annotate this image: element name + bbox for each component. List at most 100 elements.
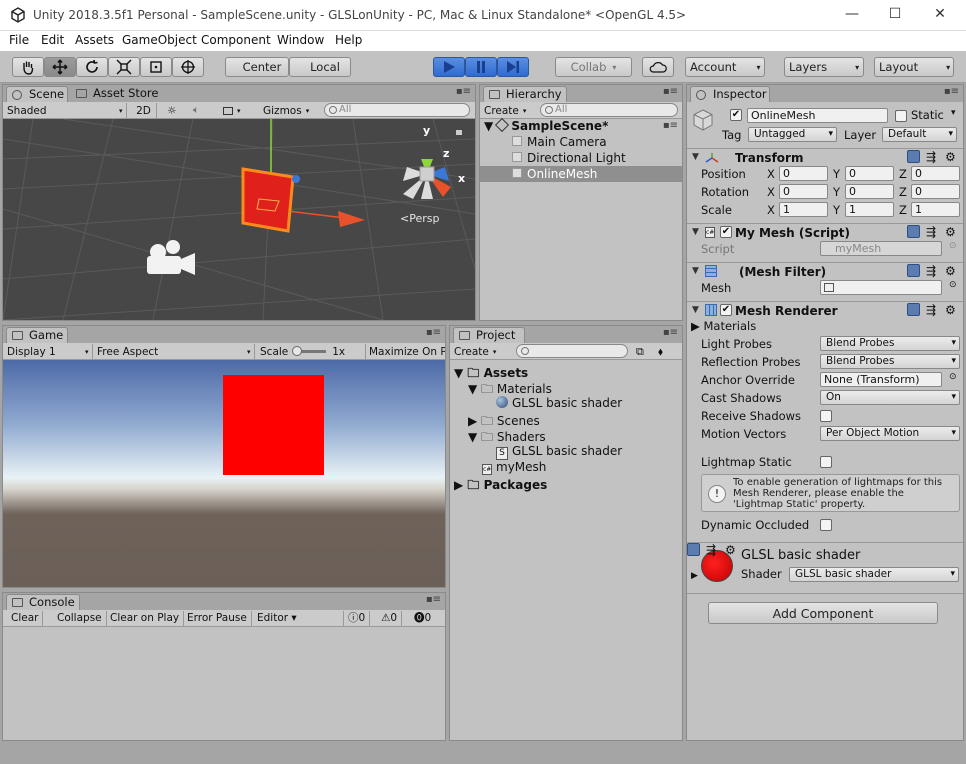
menu-help[interactable]: Help xyxy=(335,33,362,47)
game-viewport[interactable] xyxy=(3,360,445,587)
pause-button[interactable] xyxy=(465,57,497,77)
object-picker-icon[interactable]: ⊙ xyxy=(949,241,957,251)
rotate-tool-button[interactable] xyxy=(76,57,108,77)
gear-icon[interactable]: ⚙ xyxy=(945,264,958,278)
menu-gameobject[interactable]: GameObject xyxy=(122,33,197,47)
lock-icon[interactable] xyxy=(456,130,462,135)
game-panel-menu-icon[interactable]: ▪≡ xyxy=(426,327,441,338)
material-foldout-icon[interactable]: ▶ xyxy=(691,571,698,581)
gear-icon[interactable]: ⚙ xyxy=(725,543,738,557)
scene-viewport[interactable]: y z x <Persp xyxy=(3,119,475,320)
menu-component[interactable]: Component xyxy=(201,33,271,47)
layout-dropdown[interactable]: Layout ▾ xyxy=(874,57,954,77)
layers-dropdown[interactable]: Layers ▾ xyxy=(784,57,864,77)
help-book-icon[interactable] xyxy=(907,225,920,238)
static-dropdown-icon[interactable]: ▾ xyxy=(951,108,956,118)
tab-project[interactable]: Project xyxy=(453,327,525,343)
active-checkbox[interactable]: ✔ xyxy=(730,109,742,121)
reflection-probes-dropdown[interactable]: Blend Probes xyxy=(820,354,960,369)
tab-inspector[interactable]: Inspector xyxy=(690,86,770,102)
materials-foldout[interactable]: ▶ Materials xyxy=(691,319,756,333)
mesh-object-field[interactable] xyxy=(820,280,942,295)
mesh-filter-header[interactable]: ▼ (Mesh Filter) ⇶ ⚙ xyxy=(687,262,963,280)
console-info-toggle[interactable]: ⓘ0 xyxy=(343,611,371,626)
preset-icon[interactable]: ⇶ xyxy=(926,225,939,239)
console-clear-button[interactable]: Clear xyxy=(7,611,44,626)
scene-audio-toggle[interactable]: 🔈︎ xyxy=(193,103,211,118)
anchor-override-field[interactable]: None (Transform) xyxy=(820,372,942,387)
account-dropdown[interactable]: Account ▾ xyxy=(685,57,765,77)
tab-console[interactable]: Console xyxy=(6,594,80,610)
gear-icon[interactable]: ⚙ xyxy=(945,225,958,239)
cast-shadows-dropdown[interactable]: On xyxy=(820,390,960,405)
mode-2d-toggle[interactable]: 2D xyxy=(131,103,157,118)
motion-vectors-dropdown[interactable]: Per Object Motion xyxy=(820,426,960,441)
pivot-local-button[interactable]: Local xyxy=(289,57,351,77)
maximize-icon[interactable]: ☐ xyxy=(885,6,905,22)
project-item-material[interactable]: GLSL basic shader xyxy=(496,396,622,410)
console-error-toggle[interactable]: ⓿0 xyxy=(410,611,435,626)
scale-x-field[interactable]: 1 xyxy=(779,202,828,217)
rotation-y-field[interactable]: 0 xyxy=(845,184,894,199)
hierarchy-panel-menu-icon[interactable]: ▪≡ xyxy=(663,86,678,97)
scale-z-field[interactable]: 1 xyxy=(911,202,960,217)
scene-search-input[interactable]: All xyxy=(324,103,470,117)
filter-by-label-icon[interactable]: ⬧ xyxy=(658,344,663,359)
tab-game[interactable]: Game xyxy=(6,327,68,343)
console-clear-on-play-button[interactable]: Clear on Play xyxy=(106,611,185,626)
project-search-input[interactable] xyxy=(516,344,628,358)
tab-asset-store[interactable]: Asset Store xyxy=(71,86,166,102)
help-book-icon[interactable] xyxy=(907,150,920,163)
position-z-field[interactable]: 0 xyxy=(911,166,960,181)
tab-hierarchy[interactable]: Hierarchy xyxy=(483,86,567,102)
light-probes-dropdown[interactable]: Blend Probes xyxy=(820,336,960,351)
help-book-icon[interactable] xyxy=(907,264,920,277)
script-enabled-checkbox[interactable]: ✔ xyxy=(720,226,732,238)
project-folder-packages[interactable]: ▶ 🗀︎ Packages xyxy=(454,476,547,497)
menu-edit[interactable]: Edit xyxy=(41,33,64,47)
hierarchy-item-onlinemesh[interactable]: OnlineMesh xyxy=(512,167,597,181)
add-component-button[interactable]: Add Component xyxy=(708,602,938,624)
hierarchy-scene-root[interactable]: ▼ SampleScene* xyxy=(484,117,608,133)
scale-y-field[interactable]: 1 xyxy=(845,202,894,217)
hierarchy-item-directional-light[interactable]: Directional Light xyxy=(512,151,626,165)
static-checkbox[interactable] xyxy=(895,110,907,122)
move-tool-button[interactable] xyxy=(44,57,76,77)
console-editor-dropdown[interactable]: Editor ▾ xyxy=(253,611,301,626)
position-y-field[interactable]: 0 xyxy=(845,166,894,181)
inspector-panel-menu-icon[interactable]: ▪≡ xyxy=(944,86,959,97)
pivot-center-button[interactable]: Center xyxy=(225,57,289,77)
menu-assets[interactable]: Assets xyxy=(75,33,114,47)
position-x-field[interactable]: 0 xyxy=(779,166,828,181)
menu-file[interactable]: File xyxy=(9,33,29,47)
project-item-shader[interactable]: S GLSL basic shader xyxy=(496,444,622,460)
transform-header[interactable]: ▼ Transform ⇶ ⚙ xyxy=(687,148,963,166)
project-panel-menu-icon[interactable]: ▪≡ xyxy=(663,327,678,338)
menu-window[interactable]: Window xyxy=(277,33,324,47)
console-collapse-button[interactable]: Collapse xyxy=(53,611,107,626)
rotation-z-field[interactable]: 0 xyxy=(911,184,960,199)
scene-options-icon[interactable]: ▪≡ xyxy=(663,120,678,131)
object-picker-icon[interactable]: ⊙ xyxy=(949,280,957,290)
mesh-renderer-header[interactable]: ▼ ✔ Mesh Renderer ⇶ ⚙ xyxy=(687,301,963,319)
tab-scene[interactable]: Scene xyxy=(6,86,68,102)
aspect-dropdown[interactable]: Free Aspect ▾ xyxy=(97,344,255,359)
my-mesh-script-header[interactable]: ▼ c# ✔ My Mesh (Script) ⇶ ⚙ xyxy=(687,223,963,241)
perspective-label[interactable]: <Persp xyxy=(400,212,439,225)
collab-button[interactable]: Collab ▾ xyxy=(555,57,632,77)
minimize-icon[interactable]: — xyxy=(842,6,862,22)
dynamic-occluded-checkbox[interactable] xyxy=(820,519,832,531)
maximize-on-play-toggle[interactable]: Maximize On Pl xyxy=(365,344,445,359)
scale-tool-button[interactable] xyxy=(108,57,140,77)
scene-lighting-toggle[interactable]: ☼ xyxy=(167,103,185,118)
hierarchy-create-dropdown[interactable]: Create ▾ xyxy=(484,103,534,118)
help-book-icon[interactable] xyxy=(907,303,920,316)
preset-icon[interactable]: ⇶ xyxy=(926,303,939,317)
shading-mode-dropdown[interactable]: Shaded ▾ xyxy=(7,103,127,118)
scale-slider[interactable]: Scale 1x xyxy=(260,344,360,359)
play-button[interactable] xyxy=(433,57,465,77)
hand-tool-button[interactable] xyxy=(12,57,44,77)
scale-slider-track[interactable] xyxy=(292,346,327,356)
gizmos-dropdown[interactable]: Gizmos ▾ xyxy=(263,103,315,118)
receive-shadows-checkbox[interactable] xyxy=(820,410,832,422)
